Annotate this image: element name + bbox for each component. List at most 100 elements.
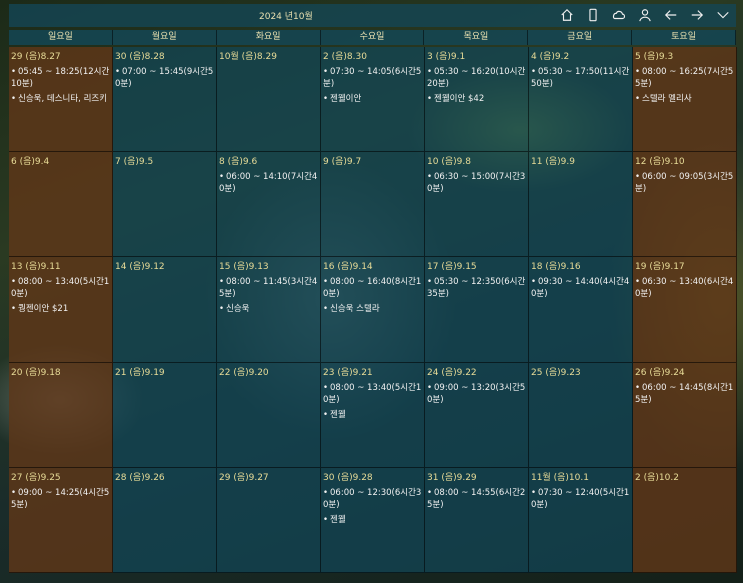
weekday-header: 일요일 xyxy=(9,30,113,45)
day-date-label: 3 (음)9.1 xyxy=(427,52,466,62)
event-item[interactable]: 08:00 ~ 16:40(8시간10분) xyxy=(323,276,422,300)
day-cell[interactable]: 15 (음)9.13 08:00 ~ 11:45(3시간45분) 신승욱 xyxy=(217,257,321,363)
month-title: 2024 년10월 xyxy=(259,12,313,22)
day-cell[interactable]: 8 (음)9.6 06:00 ~ 14:10(7시간40분) xyxy=(217,152,321,258)
day-cell[interactable]: 26 (음)9.24 06:00 ~ 14:45(8시간15분) xyxy=(633,362,737,468)
day-cell[interactable]: 13 (음)9.11 08:00 ~ 13:40(5시간10분) 퀑젠이안 $21 xyxy=(9,257,113,363)
day-cell[interactable]: 7 (음)9.5 xyxy=(113,152,217,258)
day-cell[interactable]: 6 (음)9.4 xyxy=(9,152,113,258)
event-item[interactable]: 06:30 ~ 13:40(6시간40분) xyxy=(635,276,734,300)
event-item[interactable]: 06:00 ~ 09:05(3시간5분) xyxy=(635,171,734,195)
day-date-label: 15 (음)9.13 xyxy=(219,262,269,273)
day-date-label: 27 (음)9.25 xyxy=(11,472,61,483)
calendar-grid: 29 (음)8.27 05:45 ~ 18:25(12시간10분) 신승욱, 데스니… xyxy=(9,47,737,573)
day-cell[interactable]: 12 (음)9.10 06:00 ~ 09:05(3시간5분) xyxy=(633,152,737,258)
day-cell[interactable]: 19 (음)9.17 06:30 ~ 13:40(6시간40분) xyxy=(633,257,737,363)
day-date-label: 11 (음)9.9 xyxy=(531,157,575,168)
day-cell[interactable]: 20 (음)9.18 xyxy=(9,362,113,468)
weekday-header-row: 일요일 월요일 화요일 수요일 목요일 금요일 토요일 xyxy=(9,30,737,45)
day-cell[interactable]: 10월 (음)8.29 xyxy=(217,47,321,153)
day-cell[interactable]: 30 (음)8.28 07:00 ~ 15:45(9시간50분) xyxy=(113,47,217,153)
weekday-header: 금요일 xyxy=(528,30,633,45)
day-cell[interactable]: 22 (음)9.20 xyxy=(217,362,321,468)
weekday-header: 목요일 xyxy=(424,30,529,45)
user-icon[interactable] xyxy=(636,6,654,24)
day-date-label: 30 (음)8.28 xyxy=(115,52,165,62)
day-cell[interactable]: 27 (음)9.25 09:00 ~ 14:25(4시간55분) xyxy=(9,467,113,573)
event-item[interactable]: 07:30 ~ 14:05(6시간5분) xyxy=(323,66,422,90)
day-date-label: 13 (음)9.11 xyxy=(11,262,61,273)
day-cell[interactable]: 14 (음)9.12 xyxy=(113,257,217,363)
event-item[interactable]: 08:00 ~ 11:45(3시간45분) xyxy=(219,276,318,300)
day-date-label: 21 (음)9.19 xyxy=(115,367,165,378)
event-item[interactable]: 08:00 ~ 14:55(6시간25분) xyxy=(427,487,526,511)
event-item[interactable]: 06:00 ~ 12:30(6시간30분) xyxy=(323,487,422,511)
day-date-label: 7 (음)9.5 xyxy=(115,157,154,168)
event-item[interactable]: 신승욱, 데스니타, 리즈키 xyxy=(11,93,110,105)
day-cell[interactable]: 3 (음)9.1 05:30 ~ 16:20(10시간20분) 젠웰이안 $42 xyxy=(425,47,529,153)
day-date-label: 29 (음)8.27 xyxy=(11,52,61,62)
event-item[interactable]: 08:00 ~ 13:40(5시간10분) xyxy=(323,382,422,406)
event-item[interactable]: 09:30 ~ 14:40(4시간40분) xyxy=(531,276,630,300)
day-date-label: 11월 (음)10.1 xyxy=(531,472,589,483)
event-item[interactable]: 젠웰이안 $42 xyxy=(427,93,526,105)
day-date-label: 31 (음)9.29 xyxy=(427,472,477,483)
day-cell[interactable]: 2 (음)10.2 xyxy=(633,467,737,573)
event-item[interactable]: 05:45 ~ 18:25(12시간10분) xyxy=(11,66,110,90)
event-item[interactable]: 05:30 ~ 16:20(10시간20분) xyxy=(427,66,526,90)
event-item[interactable]: 젠웰이안 xyxy=(323,93,422,105)
phone-icon[interactable] xyxy=(584,6,602,24)
day-cell[interactable]: 31 (음)9.29 08:00 ~ 14:55(6시간25분) xyxy=(425,467,529,573)
day-date-label: 18 (음)9.16 xyxy=(531,262,581,273)
event-item[interactable]: 08:00 ~ 13:40(5시간10분) xyxy=(11,276,110,300)
event-item[interactable]: 젠웰 xyxy=(323,409,422,421)
day-cell[interactable]: 24 (음)9.22 09:00 ~ 13:20(3시간50분) xyxy=(425,362,529,468)
day-date-label: 14 (음)9.12 xyxy=(115,262,165,273)
event-item[interactable]: 07:00 ~ 15:45(9시간50분) xyxy=(115,66,214,90)
day-date-label: 22 (음)9.20 xyxy=(219,367,269,378)
day-cell[interactable]: 28 (음)9.26 xyxy=(113,467,217,573)
event-item[interactable]: 08:00 ~ 16:25(7시간55분) xyxy=(635,66,734,90)
day-cell[interactable]: 30 (음)9.28 06:00 ~ 12:30(6시간30분) 젠웰 xyxy=(321,467,425,573)
toolbar xyxy=(558,6,732,24)
weekday-header: 월요일 xyxy=(113,30,217,45)
home-icon[interactable] xyxy=(558,6,576,24)
event-item[interactable]: 신승욱 xyxy=(219,303,318,315)
calendar-header-bar: 2024 년10월 xyxy=(9,4,736,27)
day-cell[interactable]: 9 (음)9.7 xyxy=(321,152,425,258)
day-cell[interactable]: 21 (음)9.19 xyxy=(113,362,217,468)
day-cell[interactable]: 11 (음)9.9 xyxy=(529,152,633,258)
event-item[interactable]: 07:30 ~ 12:40(5시간10분) xyxy=(531,487,630,511)
event-item[interactable]: 퀑젠이안 $21 xyxy=(11,303,110,315)
weekday-header: 수요일 xyxy=(321,30,425,45)
event-item[interactable]: 05:30 ~ 17:50(11시간50분) xyxy=(531,66,630,90)
back-arrow-icon[interactable] xyxy=(662,6,680,24)
event-item[interactable]: 06:30 ~ 15:00(7시간30분) xyxy=(427,171,526,195)
event-item[interactable]: 스텔라 멜리사 xyxy=(635,93,734,105)
event-item[interactable]: 신승욱 스텔라 xyxy=(323,303,422,315)
day-cell[interactable]: 18 (음)9.16 09:30 ~ 14:40(4시간40분) xyxy=(529,257,633,363)
event-item[interactable]: 06:00 ~ 14:10(7시간40분) xyxy=(219,171,318,195)
day-cell[interactable]: 5 (음)9.3 08:00 ~ 16:25(7시간55분) 스텔라 멜리사 xyxy=(633,47,737,153)
event-item[interactable]: 젠웰 xyxy=(323,514,422,526)
day-cell[interactable]: 29 (음)8.27 05:45 ~ 18:25(12시간10분) 신승욱, 데스니… xyxy=(9,47,113,153)
event-item[interactable]: 09:00 ~ 14:25(4시간55분) xyxy=(11,487,110,511)
forward-arrow-icon[interactable] xyxy=(688,6,706,24)
day-cell[interactable]: 17 (음)9.15 05:30 ~ 12:350(6시간35분) xyxy=(425,257,529,363)
day-cell[interactable]: 23 (음)9.21 08:00 ~ 13:40(5시간10분) 젠웰 xyxy=(321,362,425,468)
day-cell[interactable]: 4 (음)9.2 05:30 ~ 17:50(11시간50분) xyxy=(529,47,633,153)
day-cell[interactable]: 25 (음)9.23 xyxy=(529,362,633,468)
day-cell[interactable]: 10 (음)9.8 06:30 ~ 15:00(7시간30분) xyxy=(425,152,529,258)
event-item[interactable]: 09:00 ~ 13:20(3시간50분) xyxy=(427,382,526,406)
day-cell[interactable]: 29 (음)9.27 xyxy=(217,467,321,573)
event-item[interactable]: 05:30 ~ 12:350(6시간35분) xyxy=(427,276,526,300)
day-date-label: 29 (음)9.27 xyxy=(219,472,269,483)
day-date-label: 30 (음)9.28 xyxy=(323,472,373,483)
day-cell[interactable]: 2 (음)8.30 07:30 ~ 14:05(6시간5분) 젠웰이안 xyxy=(321,47,425,153)
event-item[interactable]: 06:00 ~ 14:45(8시간15분) xyxy=(635,382,734,406)
day-date-label: 19 (음)9.17 xyxy=(635,262,685,273)
cloud-icon[interactable] xyxy=(610,6,628,24)
day-cell[interactable]: 11월 (음)10.1 07:30 ~ 12:40(5시간10분) xyxy=(529,467,633,573)
chevron-down-icon[interactable] xyxy=(714,6,732,24)
day-cell[interactable]: 16 (음)9.14 08:00 ~ 16:40(8시간10분) 신승욱 스텔라 xyxy=(321,257,425,363)
